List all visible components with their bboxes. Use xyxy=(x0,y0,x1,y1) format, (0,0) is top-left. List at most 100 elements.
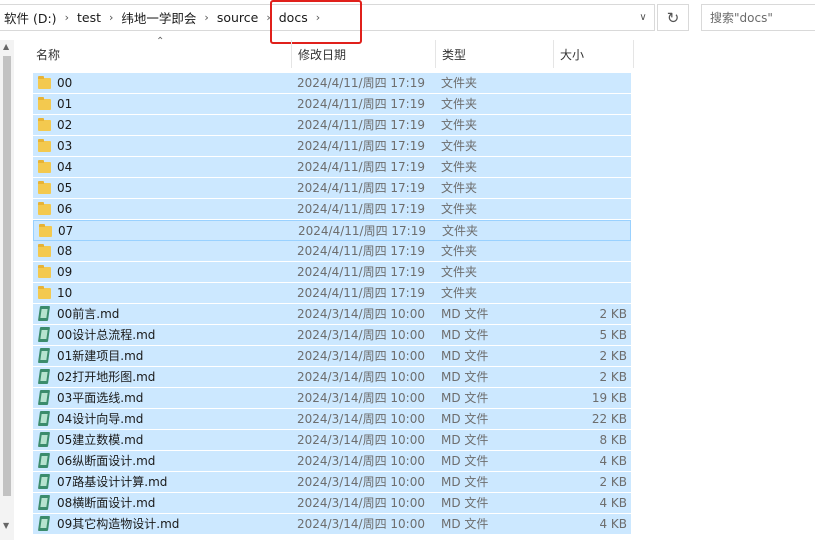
list-item[interactable]: 06纵断面设计.md 2024/3/14/周四 10:00 MD 文件 4 KB xyxy=(33,451,631,472)
list-item[interactable]: 05建立数模.md 2024/3/14/周四 10:00 MD 文件 8 KB xyxy=(33,430,631,451)
header-date-label: 修改日期 xyxy=(298,47,347,62)
file-type: MD 文件 xyxy=(441,433,489,447)
file-date: 2024/3/14/周四 10:00 xyxy=(297,433,425,447)
breadcrumb[interactable]: 软件 (D:) › test › 纬地一学即会 › source › docs … xyxy=(0,4,655,31)
list-item[interactable]: 04设计向导.md 2024/3/14/周四 10:00 MD 文件 22 KB xyxy=(33,409,631,430)
search-input[interactable]: 搜索"docs" xyxy=(701,4,815,31)
list-item[interactable]: 00 2024/4/11/周四 17:19 文件夹 xyxy=(33,73,631,94)
chevron-down-icon[interactable]: ∨ xyxy=(632,4,654,31)
header-type[interactable]: 类型 xyxy=(436,40,554,68)
folder-icon xyxy=(38,97,51,110)
file-date: 2024/4/11/周四 17:19 xyxy=(297,181,425,195)
file-size xyxy=(553,199,627,219)
file-date: 2024/3/14/周四 10:00 xyxy=(297,475,425,489)
md-file-icon xyxy=(37,453,51,468)
file-name: 06 xyxy=(57,202,73,216)
file-type: 文件夹 xyxy=(441,265,478,279)
list-item[interactable]: 08横断面设计.md 2024/3/14/周四 10:00 MD 文件 4 KB xyxy=(33,493,631,514)
file-date: 2024/3/14/周四 10:00 xyxy=(297,496,425,510)
file-name: 09其它构造物设计.md xyxy=(57,517,180,531)
list-item[interactable]: 10 2024/4/11/周四 17:19 文件夹 xyxy=(33,283,631,304)
folder-icon xyxy=(38,286,51,299)
list-item[interactable]: 07路基设计计算.md 2024/3/14/周四 10:00 MD 文件 2 KB xyxy=(33,472,631,493)
file-name: 08 xyxy=(57,244,73,258)
list-item[interactable]: 04 2024/4/11/周四 17:19 文件夹 xyxy=(33,157,631,178)
list-item[interactable]: 09其它构造物设计.md 2024/3/14/周四 10:00 MD 文件 4 KB xyxy=(33,514,631,535)
chevron-right-icon[interactable]: › xyxy=(105,11,117,24)
refresh-icon[interactable]: ↻ xyxy=(657,4,689,31)
file-size: 5 KB xyxy=(599,328,627,342)
file-name: 05建立数模.md xyxy=(57,433,144,447)
chevron-right-icon[interactable]: › xyxy=(312,11,324,24)
header-date[interactable]: 修改日期 xyxy=(292,40,436,68)
crumb-drive[interactable]: 软件 (D:) xyxy=(0,8,61,27)
file-type: MD 文件 xyxy=(441,328,489,342)
list-item[interactable]: 05 2024/4/11/周四 17:19 文件夹 xyxy=(33,178,631,199)
md-file-icon xyxy=(37,327,51,342)
folder-icon xyxy=(38,202,51,215)
file-name: 10 xyxy=(57,286,73,300)
list-item[interactable]: 09 2024/4/11/周四 17:19 文件夹 xyxy=(33,262,631,283)
sort-up-icon: ⌃ xyxy=(156,36,165,47)
header-name[interactable]: 名称 ⌃ xyxy=(30,36,292,68)
header-size-label: 大小 xyxy=(560,47,585,62)
file-type: MD 文件 xyxy=(441,412,489,426)
vertical-scrollbar[interactable]: ▲ ▼ xyxy=(0,40,14,540)
scroll-down-icon[interactable]: ▼ xyxy=(3,521,9,530)
scroll-up-icon[interactable]: ▲ xyxy=(3,42,9,51)
file-name: 04 xyxy=(57,160,73,174)
scrollbar-thumb[interactable] xyxy=(3,56,11,496)
chevron-right-icon[interactable]: › xyxy=(262,11,274,24)
file-type: MD 文件 xyxy=(441,349,489,363)
folder-icon xyxy=(38,244,51,257)
md-file-icon xyxy=(37,369,51,384)
file-name: 01新建项目.md xyxy=(57,349,144,363)
file-name: 03平面选线.md xyxy=(57,391,144,405)
list-item[interactable]: 03平面选线.md 2024/3/14/周四 10:00 MD 文件 19 KB xyxy=(33,388,631,409)
file-size: 19 KB xyxy=(591,391,627,405)
crumb-test[interactable]: test xyxy=(73,10,105,25)
crumb-source[interactable]: source xyxy=(213,10,263,25)
file-type: 文件夹 xyxy=(441,160,478,174)
file-size: 2 KB xyxy=(599,475,627,489)
file-size xyxy=(553,94,627,114)
list-item[interactable]: 01新建项目.md 2024/3/14/周四 10:00 MD 文件 2 KB xyxy=(33,346,631,367)
column-header: 名称 ⌃ 修改日期 类型 大小 xyxy=(30,36,635,68)
file-size xyxy=(553,178,627,198)
list-item[interactable]: 01 2024/4/11/周四 17:19 文件夹 xyxy=(33,94,631,115)
file-date: 2024/4/11/周四 17:19 xyxy=(297,160,425,174)
md-file-icon xyxy=(37,411,51,426)
file-type: 文件夹 xyxy=(441,118,478,132)
crumb-docs[interactable]: docs xyxy=(275,10,312,25)
file-date: 2024/4/11/周四 17:19 xyxy=(297,97,425,111)
chevron-right-icon[interactable]: › xyxy=(200,11,212,24)
file-size xyxy=(553,157,627,177)
file-type: 文件夹 xyxy=(441,181,478,195)
file-name: 06纵断面设计.md xyxy=(57,454,156,468)
list-item[interactable]: 03 2024/4/11/周四 17:19 文件夹 xyxy=(33,136,631,157)
address-bar: 软件 (D:) › test › 纬地一学即会 › source › docs … xyxy=(0,0,815,44)
file-date: 2024/3/14/周四 10:00 xyxy=(297,328,425,342)
file-size xyxy=(553,262,627,282)
list-item[interactable]: 07 2024/4/11/周四 17:19 文件夹 xyxy=(33,220,631,241)
header-size[interactable]: 大小 xyxy=(554,40,634,68)
file-type: MD 文件 xyxy=(441,496,489,510)
list-item[interactable]: 00设计总流程.md 2024/3/14/周四 10:00 MD 文件 5 KB xyxy=(33,325,631,346)
chevron-right-icon[interactable]: › xyxy=(61,11,73,24)
list-item[interactable]: 06 2024/4/11/周四 17:19 文件夹 xyxy=(33,199,631,220)
file-type: 文件夹 xyxy=(441,286,478,300)
file-name: 00前言.md xyxy=(57,307,120,321)
file-size xyxy=(553,115,627,135)
file-type: MD 文件 xyxy=(441,475,489,489)
crumb-project[interactable]: 纬地一学即会 xyxy=(117,8,200,27)
list-item[interactable]: 02 2024/4/11/周四 17:19 文件夹 xyxy=(33,115,631,136)
file-type: MD 文件 xyxy=(441,307,489,321)
file-size xyxy=(553,73,627,93)
file-name: 07 xyxy=(58,224,74,238)
list-item[interactable]: 00前言.md 2024/3/14/周四 10:00 MD 文件 2 KB xyxy=(33,304,631,325)
list-item[interactable]: 02打开地形图.md 2024/3/14/周四 10:00 MD 文件 2 KB xyxy=(33,367,631,388)
md-file-icon xyxy=(37,516,51,531)
file-date: 2024/4/11/周四 17:19 xyxy=(297,286,425,300)
list-item[interactable]: 08 2024/4/11/周四 17:19 文件夹 xyxy=(33,241,631,262)
file-size xyxy=(553,283,627,303)
